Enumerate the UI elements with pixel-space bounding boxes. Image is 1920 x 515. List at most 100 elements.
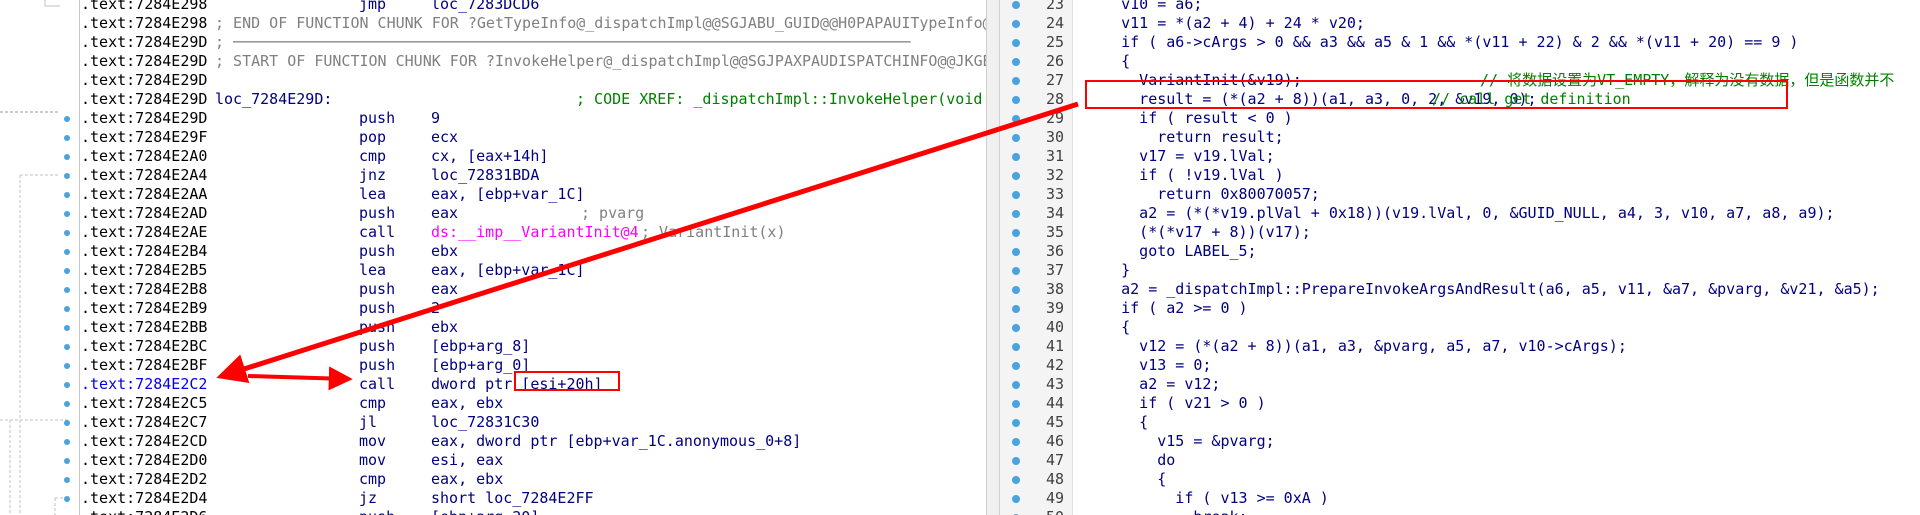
pseudocode-line[interactable]: 30 return result;	[1000, 128, 1920, 147]
asm-row[interactable]: .text:7284E29D loc_7284E29D: ; CODE XREF: …	[81, 90, 986, 109]
asm-address[interactable]: .text:7284E2BF	[81, 356, 207, 375]
breakpoint-dot-icon[interactable]	[64, 211, 70, 217]
asm-row[interactable]: .text:7284E2BC push [ebp+arg_8]	[81, 337, 986, 356]
breakpoint-dot-icon[interactable]	[64, 249, 70, 255]
pseudocode-text[interactable]: v13 = 0;	[1085, 356, 1211, 375]
asm-operand[interactable]: eax, [ebp+var_1C]	[431, 185, 585, 204]
asm-address[interactable]: .text:7284E2D6	[81, 508, 207, 515]
breakpoint-dot-icon[interactable]	[64, 116, 70, 122]
pseudocode-text[interactable]: {	[1085, 413, 1148, 432]
asm-address[interactable]: .text:7284E2AA	[81, 185, 207, 204]
pseudocode-text[interactable]: break;	[1085, 508, 1247, 515]
line-marker-dot-icon[interactable]	[1012, 77, 1020, 85]
asm-address[interactable]: .text:7284E2BC	[81, 337, 207, 356]
asm-address[interactable]: .text:7284E2C2	[81, 375, 207, 394]
asm-row[interactable]: .text:7284E298 jmp loc_7283DCD6	[81, 0, 986, 14]
pseudocode-text[interactable]: v11 = *(a2 + 4) + 24 * v20;	[1085, 14, 1365, 33]
asm-operand[interactable]: ds:__imp__VariantInit@4	[431, 223, 639, 242]
pseudocode-line[interactable]: 31 v17 = v19.lVal;	[1000, 147, 1920, 166]
asm-row[interactable]: .text:7284E2D2 cmp eax, ebx	[81, 470, 986, 489]
pseudocode-text[interactable]: {	[1085, 470, 1166, 489]
pseudocode-text[interactable]: if ( !v19.lVal )	[1085, 166, 1284, 185]
pseudocode-line[interactable]: 34 a2 = (*(*v19.plVal + 0x18))(v19.lVal,…	[1000, 204, 1920, 223]
asm-row[interactable]: .text:7284E2A0 cmp cx, [eax+14h]	[81, 147, 986, 166]
breakpoint-dot-icon[interactable]	[64, 173, 70, 179]
pseudocode-text[interactable]: }	[1085, 261, 1130, 280]
breakpoint-dot-icon[interactable]	[64, 287, 70, 293]
line-marker-dot-icon[interactable]	[1012, 58, 1020, 66]
pseudocode-text[interactable]: if ( v21 > 0 )	[1085, 394, 1265, 413]
asm-address[interactable]: .text:7284E2A4	[81, 166, 207, 185]
asm-address[interactable]: .text:7284E29D	[81, 90, 207, 109]
asm-row[interactable]: .text:7284E2D4 jz short loc_7284E2FF	[81, 489, 986, 508]
pseudocode-line[interactable]: 39 if ( a2 >= 0 )	[1000, 299, 1920, 318]
asm-address[interactable]: .text:7284E298	[81, 0, 207, 14]
asm-row[interactable]: .text:7284E2AE call ds:__imp__VariantInit@…	[81, 223, 986, 242]
breakpoint-dot-icon[interactable]	[64, 268, 70, 274]
asm-operand[interactable]: loc_72831C30	[431, 413, 539, 432]
line-marker-dot-icon[interactable]	[1012, 495, 1020, 503]
asm-address[interactable]: .text:7284E2B9	[81, 299, 207, 318]
line-marker-dot-icon[interactable]	[1012, 1, 1020, 9]
line-marker-dot-icon[interactable]	[1012, 20, 1020, 28]
asm-operand[interactable]: loc_72831BDA	[431, 166, 539, 185]
pseudocode-text[interactable]: v17 = v19.lVal;	[1085, 147, 1274, 166]
asm-operand[interactable]: esi, eax	[431, 451, 503, 470]
pseudocode-line[interactable]: 45 {	[1000, 413, 1920, 432]
asm-row[interactable]: .text:7284E2AD push eax ; pvarg	[81, 204, 986, 223]
pseudocode-line[interactable]: 26 {	[1000, 52, 1920, 71]
pseudocode-text[interactable]: return 0x80070057;	[1085, 185, 1320, 204]
asm-address[interactable]: .text:7284E2C5	[81, 394, 207, 413]
asm-row[interactable]: .text:7284E2C7 jl loc_72831C30	[81, 413, 986, 432]
asm-row[interactable]: .text:7284E2B4 push ebx	[81, 242, 986, 261]
asm-address[interactable]: .text:7284E2D4	[81, 489, 207, 508]
asm-operand[interactable]: eax, ebx	[431, 394, 503, 413]
pseudocode-line[interactable]: 35 (*(*v17 + 8))(v17);	[1000, 223, 1920, 242]
asm-row[interactable]: .text:7284E2B9 push 2	[81, 299, 986, 318]
line-marker-dot-icon[interactable]	[1012, 419, 1020, 427]
pseudocode-text[interactable]: a2 = v12;	[1085, 375, 1220, 394]
asm-address[interactable]: .text:7284E29D	[81, 52, 207, 71]
line-marker-dot-icon[interactable]	[1012, 324, 1020, 332]
asm-operand[interactable]: [ebp+arg_8]	[431, 337, 530, 356]
pseudocode-text[interactable]: if ( v13 >= 0xA )	[1085, 489, 1329, 508]
pseudocode-text[interactable]: if ( a2 >= 0 )	[1085, 299, 1247, 318]
line-marker-dot-icon[interactable]	[1012, 476, 1020, 484]
line-marker-dot-icon[interactable]	[1012, 400, 1020, 408]
line-marker-dot-icon[interactable]	[1012, 210, 1020, 218]
pseudocode-text[interactable]: return result;	[1085, 128, 1283, 147]
pseudocode-line[interactable]: 41 v12 = (*(a2 + 8))(a1, a3, &pvarg, a5,…	[1000, 337, 1920, 356]
disassembly-view[interactable]: .text:7284E298 jmp loc_7283DCD6 .text:7284E…	[0, 0, 986, 515]
pseudocode-text[interactable]: if ( result < 0 )	[1085, 109, 1293, 128]
asm-code-xref[interactable]: ; CODE XREF: _dispatchImpl::InvokeHelper…	[576, 90, 982, 109]
asm-address[interactable]: .text:7284E2D2	[81, 470, 207, 489]
asm-operand[interactable]: cx, [eax+14h]	[431, 147, 548, 166]
pseudocode-line[interactable]: 40 {	[1000, 318, 1920, 337]
asm-operand[interactable]: [ebp+arg_20]	[431, 508, 539, 515]
pseudocode-text[interactable]: v10 = a6;	[1085, 0, 1202, 14]
breakpoint-dot-icon[interactable]	[64, 439, 70, 445]
asm-operand[interactable]: ebx	[431, 318, 458, 337]
asm-operand[interactable]: eax, dword ptr [ebp+var_1C.anonymous_0+8…	[431, 432, 801, 451]
pseudocode-line[interactable]: 37 }	[1000, 261, 1920, 280]
pseudocode-line[interactable]: 50 break;	[1000, 508, 1920, 515]
asm-row[interactable]: .text:7284E29D ; START OF FUNCTION CHUNK …	[81, 52, 986, 71]
line-marker-dot-icon[interactable]	[1012, 457, 1020, 465]
line-marker-dot-icon[interactable]	[1012, 362, 1020, 370]
asm-operand[interactable]: eax, [ebp+var_1C]	[431, 261, 585, 280]
asm-operand[interactable]: short loc_7284E2FF	[431, 489, 594, 508]
asm-row[interactable]: .text:7284E2C5 cmp eax, ebx	[81, 394, 986, 413]
asm-row[interactable]: .text:7284E2BB push ebx	[81, 318, 986, 337]
pseudocode-line[interactable]: 32 if ( !v19.lVal )	[1000, 166, 1920, 185]
line-marker-dot-icon[interactable]	[1012, 343, 1020, 351]
asm-row[interactable]: .text:7284E2D0 mov esi, eax	[81, 451, 986, 470]
asm-address[interactable]: .text:7284E29F	[81, 128, 207, 147]
line-marker-dot-icon[interactable]	[1012, 381, 1020, 389]
asm-operand[interactable]: 2	[431, 299, 440, 318]
pseudocode-text[interactable]: do	[1085, 451, 1175, 470]
pseudocode-line[interactable]: 29 if ( result < 0 )	[1000, 109, 1920, 128]
asm-address[interactable]: .text:7284E2B8	[81, 280, 207, 299]
breakpoint-dot-icon[interactable]	[64, 192, 70, 198]
breakpoint-dot-icon[interactable]	[64, 306, 70, 312]
line-marker-dot-icon[interactable]	[1012, 96, 1020, 104]
